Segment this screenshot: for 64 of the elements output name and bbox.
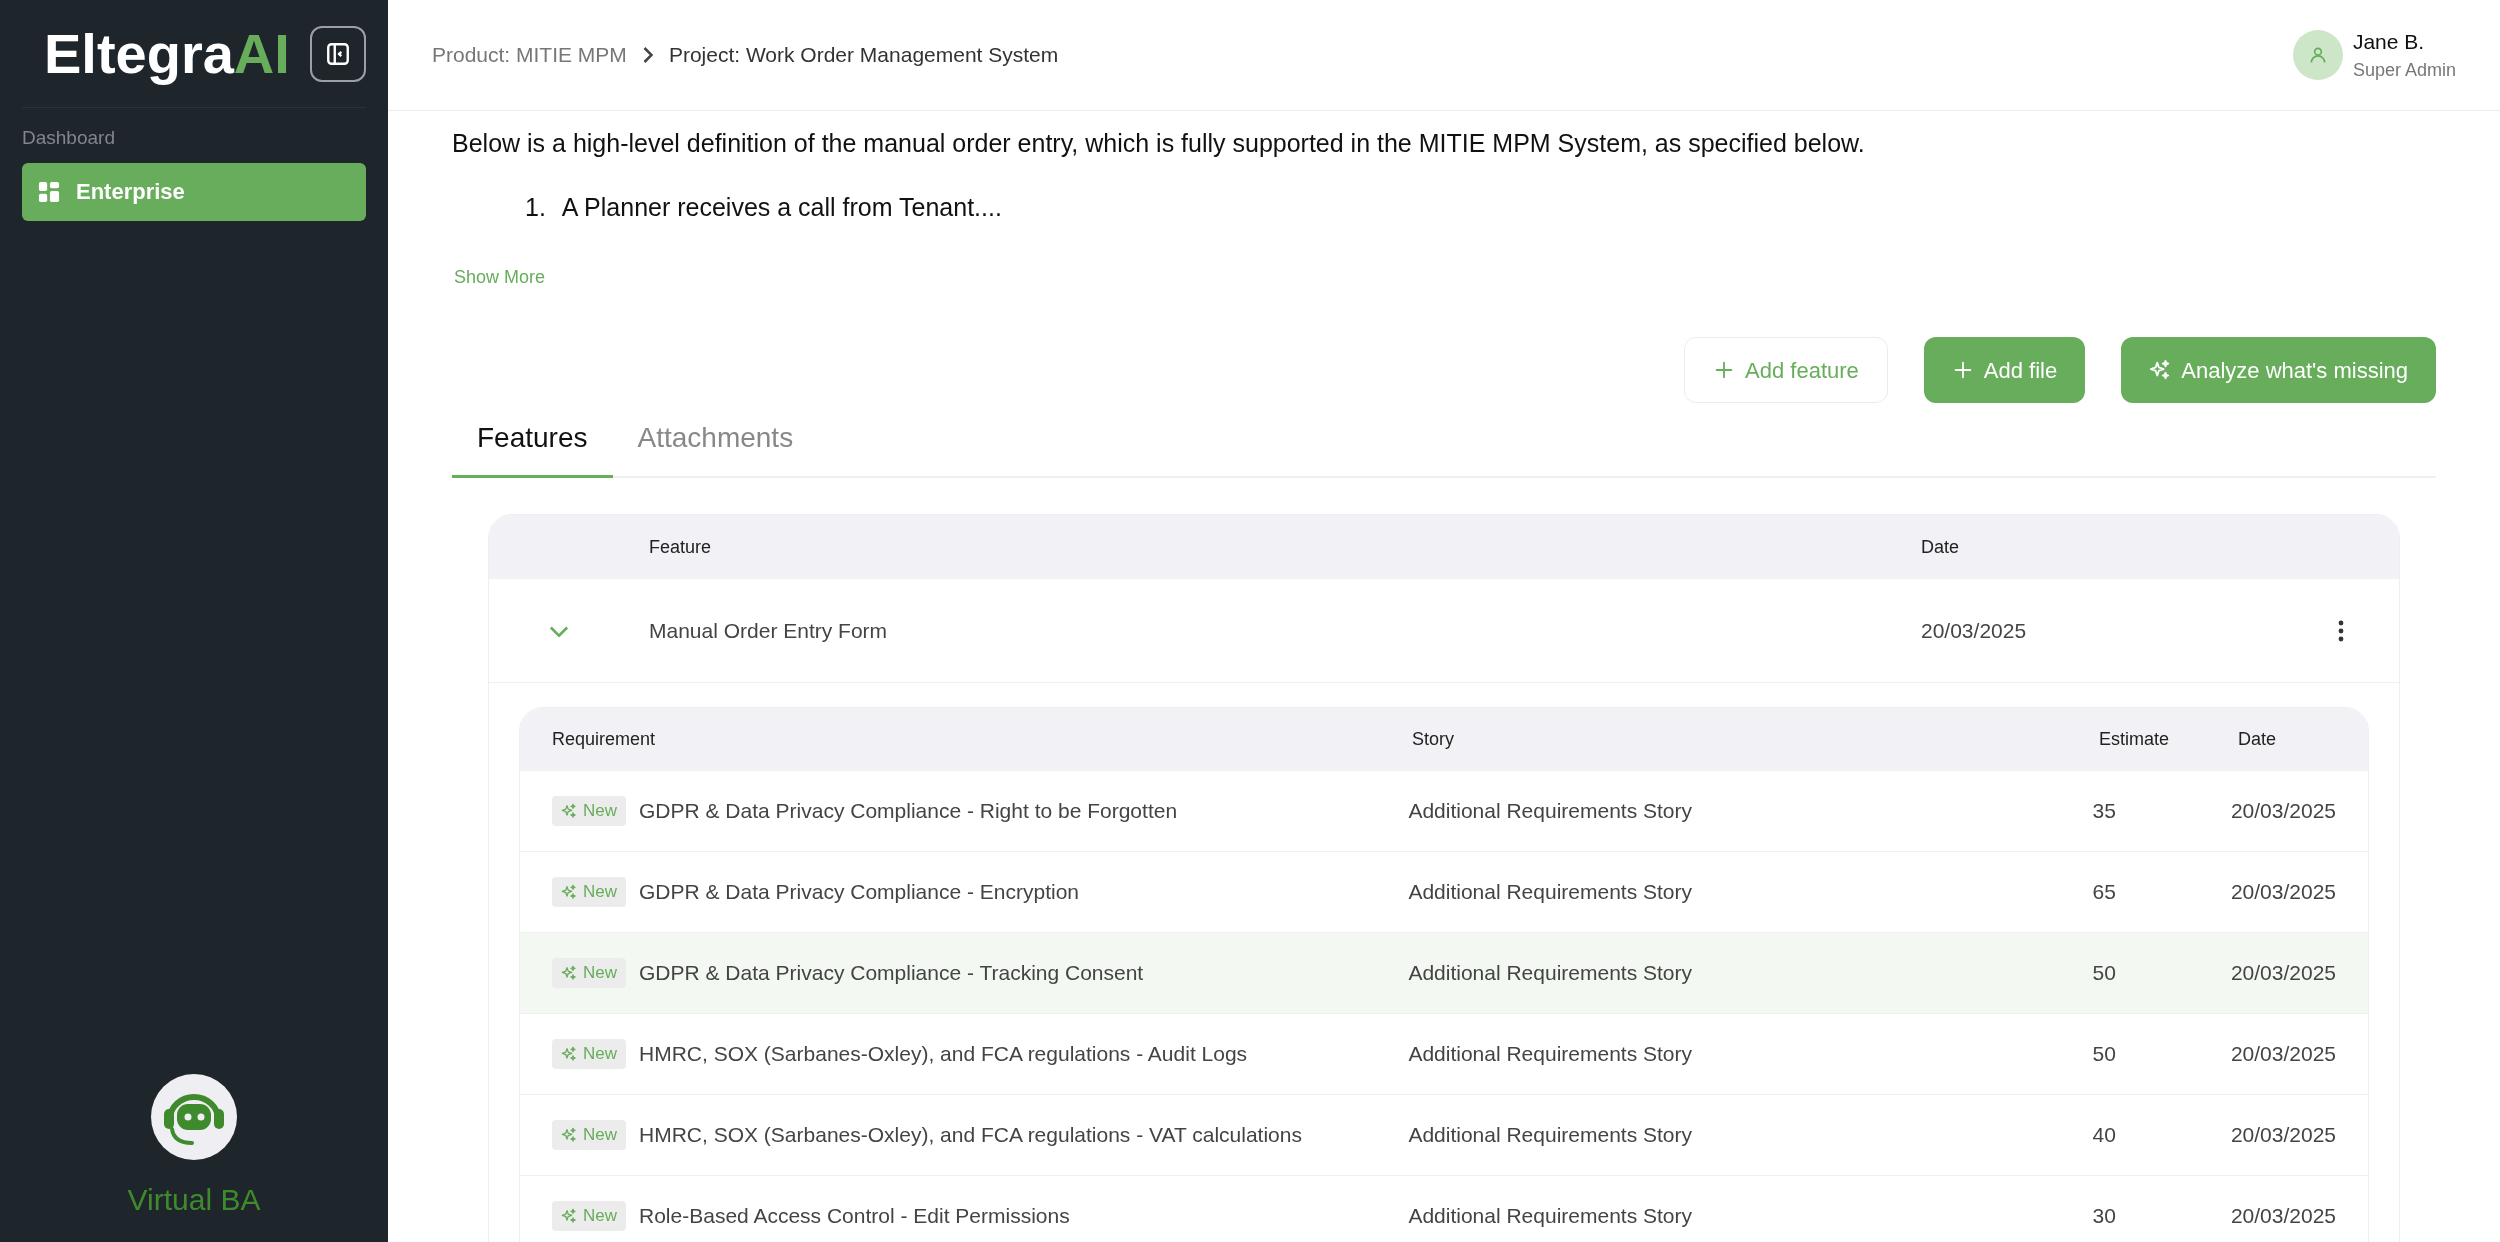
table-cell-text: Role-Based Access Control - Edit Permissions bbox=[639, 1203, 1070, 1230]
sparkle-icon bbox=[561, 1127, 577, 1143]
table-cell-text: GDPR & Data Privacy Compliance - Right to be Forgotten bbox=[639, 798, 1178, 825]
column-header: Date bbox=[1921, 535, 1960, 559]
user-icon bbox=[2307, 45, 2328, 65]
user-role: Super Admin bbox=[2352, 59, 2456, 83]
sparkle-icon bbox=[561, 884, 577, 900]
table-cell-text: 50 bbox=[2092, 960, 2117, 987]
new-badge: New bbox=[552, 958, 626, 988]
table-cell-text: HMRC, SOX (Sarbanes-Oxley), and FCA regulations - Audit Logs bbox=[639, 1041, 1248, 1068]
chevron-right-icon bbox=[642, 46, 653, 64]
column-header: Date bbox=[2238, 728, 2277, 751]
table-cell-text: GDPR & Data Privacy Compliance - Encryption bbox=[639, 879, 1079, 906]
table-cell-text: 20/03/2025 bbox=[1921, 617, 2028, 644]
table-cell-text: 20/03/2025 bbox=[2230, 960, 2336, 987]
sparkle-icon bbox=[561, 965, 577, 981]
table-cell-text: 40 bbox=[2092, 1122, 2117, 1149]
sidebar-collapse-icon bbox=[325, 40, 351, 67]
dashboard-icon bbox=[38, 180, 60, 203]
table-cell-text: Additional Requirements Story bbox=[1408, 798, 1694, 825]
column-header: Feature bbox=[649, 535, 713, 559]
table-cell-text: Manual Order Entry Form bbox=[649, 617, 889, 644]
robot-headset-icon bbox=[150, 1073, 238, 1161]
table-cell-text: Additional Requirements Story bbox=[1408, 1122, 1694, 1149]
breadcrumb-link[interactable]: Product: MITIE MPM bbox=[432, 39, 627, 71]
table-cell-text: 20/03/2025 bbox=[2230, 1122, 2336, 1149]
table-cell-text: Additional Requirements Story bbox=[1408, 1203, 1694, 1230]
table-cell-text: 30 bbox=[2092, 1203, 2117, 1230]
collapse-sidebar-button[interactable] bbox=[310, 25, 366, 82]
tab[interactable]: Features bbox=[452, 407, 613, 478]
table-cell-text: Additional Requirements Story bbox=[1408, 879, 1694, 906]
table-cell-text: 20/03/2025 bbox=[2230, 1041, 2336, 1068]
sparkle-icon bbox=[2149, 359, 2172, 381]
new-badge: New bbox=[552, 796, 626, 826]
new-badge: New bbox=[552, 1039, 626, 1069]
table-cell-text: 20/03/2025 bbox=[2230, 1203, 2336, 1230]
table-cell-text: Additional Requirements Story bbox=[1408, 960, 1694, 987]
user-name: Jane B. bbox=[2352, 28, 2426, 55]
list-number: 1. bbox=[525, 191, 546, 223]
table-cell-text: HMRC, SOX (Sarbanes-Oxley), and FCA regulations - VAT calculations bbox=[639, 1122, 1302, 1149]
new-badge: New bbox=[552, 1201, 626, 1231]
table-cell-text: 20/03/2025 bbox=[2230, 798, 2336, 825]
assistant-label: Virtual BA bbox=[127, 1182, 261, 1218]
tab[interactable]: Attachments bbox=[612, 407, 819, 478]
new-badge: New bbox=[552, 877, 626, 907]
table-cell-text: 35 bbox=[2092, 798, 2117, 825]
column-header: Requirement bbox=[552, 728, 657, 751]
table-row[interactable]: New GDPR & Data Privacy Compliance - Tracking Consent Additional Requirements Story 50 20/03/2025 bbox=[520, 933, 2368, 1014]
sparkle-icon bbox=[561, 803, 577, 819]
sparkle-icon bbox=[561, 1046, 577, 1062]
table-cell-text: Additional Requirements Story bbox=[1408, 1041, 1694, 1068]
sparkle-icon bbox=[561, 1208, 577, 1224]
breadcrumb-link[interactable]: Project: Work Order Management System bbox=[668, 39, 1059, 71]
more-vertical-icon bbox=[2338, 619, 2344, 642]
column-header: Estimate bbox=[2099, 728, 2171, 751]
new-badge: New bbox=[552, 1120, 626, 1150]
table-cell-text: GDPR & Data Privacy Compliance - Tracking Consent bbox=[639, 960, 1144, 987]
table-cell-text: 65 bbox=[2092, 879, 2117, 906]
description-text: Below is a high-level definition of the manual order entry, which is fully supported in the MITIE MPM System, as specified below. bbox=[452, 128, 1866, 159]
table-cell-text: 20/03/2025 bbox=[2230, 879, 2336, 906]
table-cell-text: 50 bbox=[2092, 1041, 2117, 1068]
column-header: Story bbox=[1412, 728, 1455, 751]
section-label: Dashboard bbox=[22, 126, 116, 150]
list-item-text: A Planner receives a call from Tenant.... bbox=[561, 191, 1002, 223]
